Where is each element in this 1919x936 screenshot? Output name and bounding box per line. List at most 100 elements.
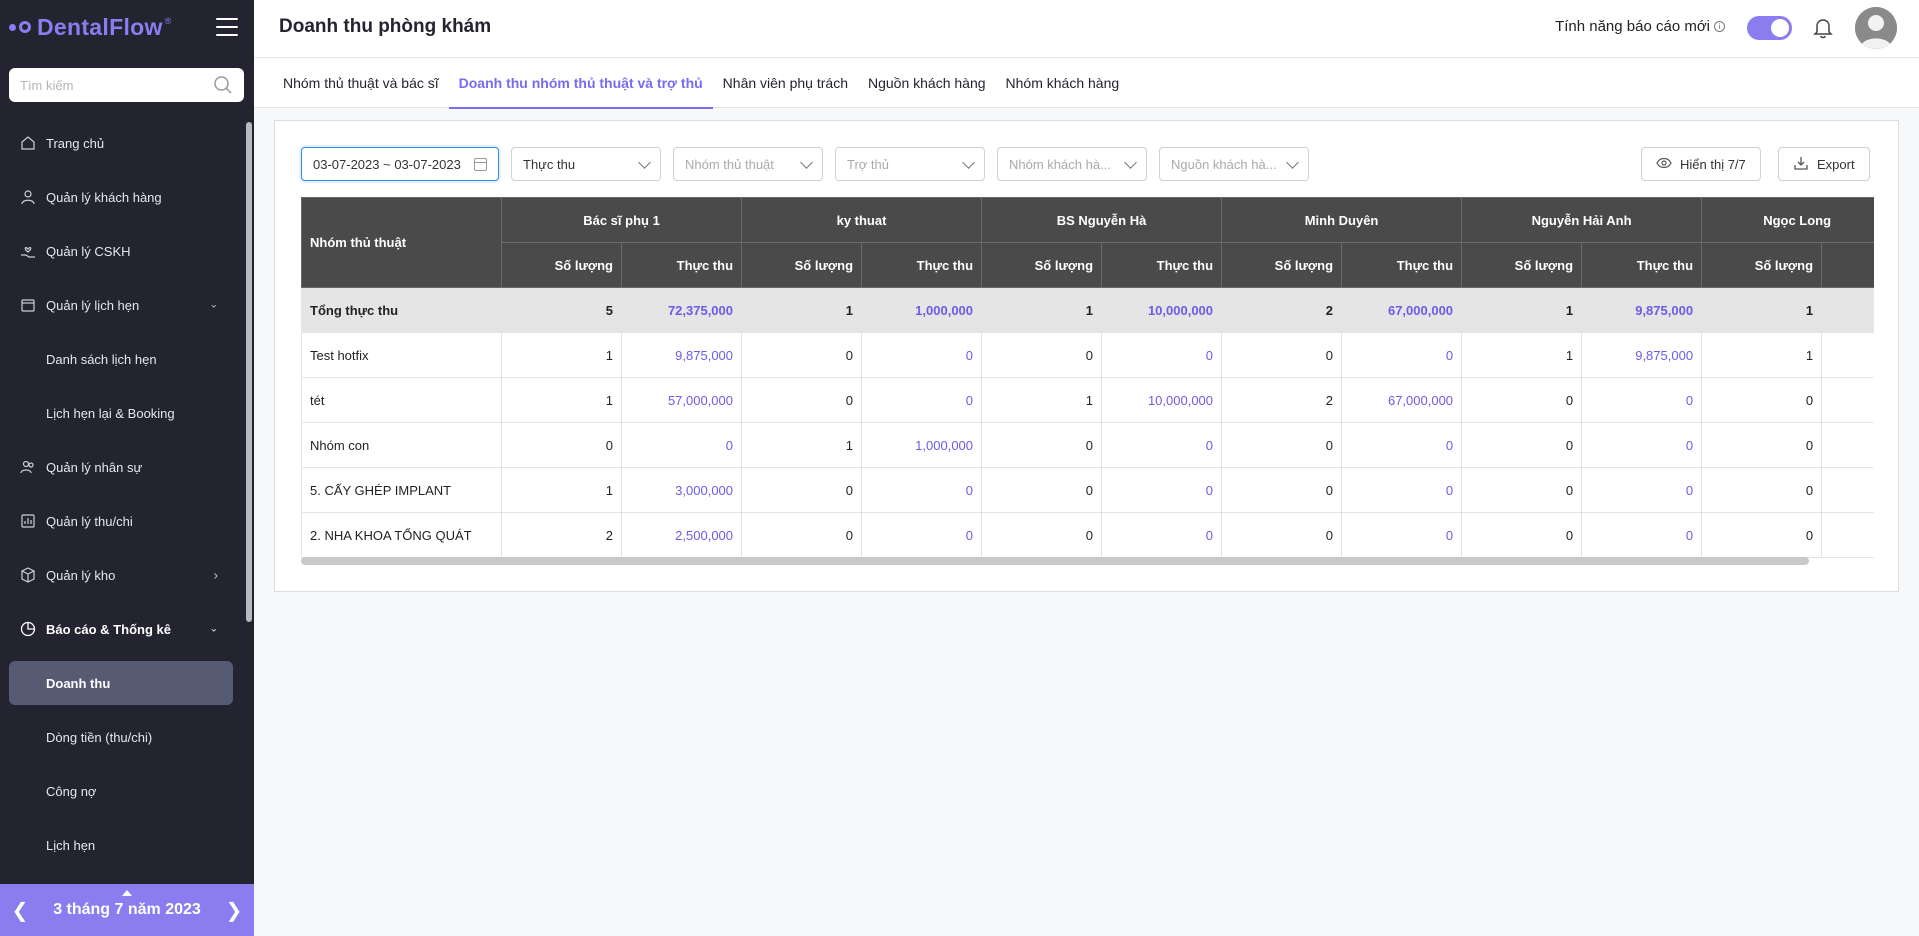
- revenue-table-container[interactable]: Nhóm thủ thuật Bác sĩ phụ 1 ky thuat BS …: [301, 197, 1874, 577]
- sidebar-item-cashflow[interactable]: Dòng tiền (thu/chi): [0, 710, 246, 764]
- procedure-group-name: 2. NHA KHOA TỔNG QUÁT: [301, 512, 502, 558]
- chevron-down-icon: [1286, 155, 1299, 169]
- sidebar-item-label: Công nợ: [46, 783, 97, 799]
- customer-group-select[interactable]: Nhóm khách hà...: [997, 147, 1147, 181]
- quantity-cell: 0: [501, 422, 622, 468]
- quantity-cell: 0: [1701, 512, 1823, 558]
- sidebar-item-customers[interactable]: Quản lý khách hàng: [0, 170, 246, 224]
- quantity-cell: 0: [1221, 422, 1343, 468]
- sidebar-item-finance[interactable]: Quản lý thu/chi: [0, 494, 246, 548]
- group-header: ky thuat: [741, 197, 983, 243]
- quantity-cell: 1: [1701, 332, 1823, 378]
- col-header-revenue: Thực thu: [1581, 242, 1703, 288]
- sidebar-scrollbar[interactable]: [246, 122, 252, 622]
- filter-bar: 03-07-2023 ~ 03-07-2023 Thực thu Nhóm th…: [301, 147, 1309, 181]
- search-box: [9, 68, 244, 102]
- sidebar-item-warehouse[interactable]: Quản lý kho ›: [0, 548, 246, 602]
- quantity-cell: 0: [981, 422, 1103, 468]
- menu-toggle-icon[interactable]: [216, 18, 238, 36]
- pie-chart-icon: [20, 621, 36, 637]
- chevron-down-icon: [962, 155, 975, 169]
- chevron-right-icon[interactable]: ❯: [224, 898, 244, 923]
- new-report-toggle[interactable]: [1747, 16, 1792, 40]
- procedure-group-select[interactable]: Nhóm thủ thuật: [673, 147, 823, 181]
- revenue-cell: [1821, 377, 1874, 423]
- box-icon: [20, 567, 36, 583]
- date-range-picker[interactable]: 03-07-2023 ~ 03-07-2023: [301, 147, 499, 181]
- date-navigator: ❮ 3 tháng 7 năm 2023 ❯: [0, 884, 254, 936]
- revenue-cell: 0: [1341, 332, 1463, 378]
- export-button[interactable]: Export: [1778, 147, 1870, 181]
- revenue-cell: 0: [1341, 422, 1463, 468]
- sidebar-item-cskh[interactable]: Quản lý CSKH: [0, 224, 246, 278]
- sidebar-item-revenue[interactable]: Doanh thu: [9, 661, 233, 705]
- download-icon: [1793, 155, 1809, 174]
- sidebar-item-reports[interactable]: Báo cáo & Thống kê ⌄: [0, 602, 246, 656]
- hand-heart-icon: [20, 243, 36, 259]
- caret-up-icon[interactable]: [122, 890, 132, 896]
- quantity-cell: 1: [501, 332, 622, 378]
- assistant-select[interactable]: Trợ thủ: [835, 147, 985, 181]
- users-icon: [20, 459, 36, 475]
- revenue-cell: 0: [861, 332, 983, 378]
- revenue-type-select[interactable]: Thực thu: [511, 147, 661, 181]
- sidebar-item-label: Quản lý nhân sự: [46, 459, 143, 475]
- sidebar-item-appointments-report[interactable]: Lịch hẹn: [0, 818, 246, 872]
- table-row: Test hotfix 1 9,875,000 0 0 0 0 0 0 1 9,875,000 1: [301, 332, 1874, 378]
- col-header-qty: Số lượng: [741, 242, 863, 288]
- table-row: 2. NHA KHOA TỔNG QUÁT 2 2,500,000 0 0 0 0 0 0 0 0 0: [301, 512, 1874, 558]
- show-columns-button[interactable]: Hiển thị 7/7: [1641, 147, 1761, 181]
- revenue-cell: 10,000,000: [1101, 377, 1223, 423]
- app-logo[interactable]: DentalFlow ®: [9, 12, 171, 42]
- tab-customer-group[interactable]: Nhóm khách hàng: [996, 58, 1130, 108]
- tab-customer-source[interactable]: Nguồn khách hàng: [858, 58, 996, 108]
- revenue-cell: 10,000,000: [1101, 287, 1223, 333]
- group-header: Minh Duyên: [1221, 197, 1463, 243]
- tab-staff-in-charge[interactable]: Nhân viên phụ trách: [713, 58, 858, 108]
- search-input[interactable]: [9, 77, 208, 93]
- chevron-left-icon[interactable]: ❮: [10, 898, 30, 923]
- sidebar-item-label: Quản lý kho: [46, 567, 116, 583]
- info-icon[interactable]: i: [1714, 21, 1725, 32]
- revenue-cell: 67,000,000: [1341, 287, 1463, 333]
- quantity-cell: 0: [1221, 467, 1343, 513]
- revenue-cell: [1821, 467, 1874, 513]
- quantity-cell: 0: [981, 512, 1103, 558]
- revenue-cell: 0: [1581, 467, 1703, 513]
- tab-procedure-doctor[interactable]: Nhóm thủ thuật và bác sĩ: [273, 58, 449, 108]
- quantity-cell: 0: [741, 512, 863, 558]
- customer-source-select[interactable]: Nguồn khách hà...: [1159, 147, 1309, 181]
- page-title: Doanh thu phòng khám: [279, 16, 492, 37]
- sidebar-item-appointment-list[interactable]: Danh sách lịch hẹn: [0, 332, 246, 386]
- bell-icon[interactable]: [1811, 15, 1835, 41]
- sidebar-item-rebooking[interactable]: Lịch hẹn lại & Booking: [0, 386, 246, 440]
- revenue-cell: 0: [1341, 467, 1463, 513]
- quantity-cell: 0: [741, 332, 863, 378]
- trademark-mark: ®: [164, 16, 172, 26]
- revenue-cell: [1821, 332, 1874, 378]
- sidebar-item-label: Quản lý lịch hẹn: [46, 297, 140, 313]
- revenue-cell: 0: [861, 377, 983, 423]
- sidebar-item-home[interactable]: Trang chủ: [0, 116, 246, 170]
- current-date[interactable]: 3 tháng 7 năm 2023: [53, 901, 201, 919]
- sidebar-item-staff[interactable]: Quản lý nhân sự: [0, 440, 246, 494]
- table-horizontal-scrollbar[interactable]: [301, 557, 1809, 565]
- sidebar-item-label: Trang chủ: [46, 135, 105, 151]
- sidebar-item-label: Danh sách lịch hẹn: [46, 351, 157, 367]
- tab-procedure-assistant[interactable]: Doanh thu nhóm thủ thuật và trợ thủ: [448, 58, 713, 109]
- avatar[interactable]: [1855, 7, 1897, 49]
- sidebar-item-appointments[interactable]: Quản lý lịch hẹn ⌄: [0, 278, 246, 332]
- procedure-group-name: Test hotfix: [301, 332, 502, 378]
- sidebar-item-label: Quản lý thu/chi: [46, 513, 133, 529]
- quantity-cell: 1: [741, 422, 863, 468]
- calendar-icon: [474, 157, 487, 171]
- sidebar-item-debt[interactable]: Công nợ: [0, 764, 246, 818]
- revenue-cell: 9,875,000: [1581, 287, 1703, 333]
- revenue-cell: 2,500,000: [620, 512, 743, 558]
- search-icon[interactable]: [208, 70, 238, 100]
- col-header-qty: Số lượng: [1221, 242, 1343, 288]
- revenue-cell: 0: [1101, 422, 1223, 468]
- col-header-qty: Số lượng: [1701, 242, 1823, 288]
- revenue-cell: 3,000,000: [620, 467, 743, 513]
- feature-label-text: Tính năng báo cáo mới: [1555, 18, 1710, 35]
